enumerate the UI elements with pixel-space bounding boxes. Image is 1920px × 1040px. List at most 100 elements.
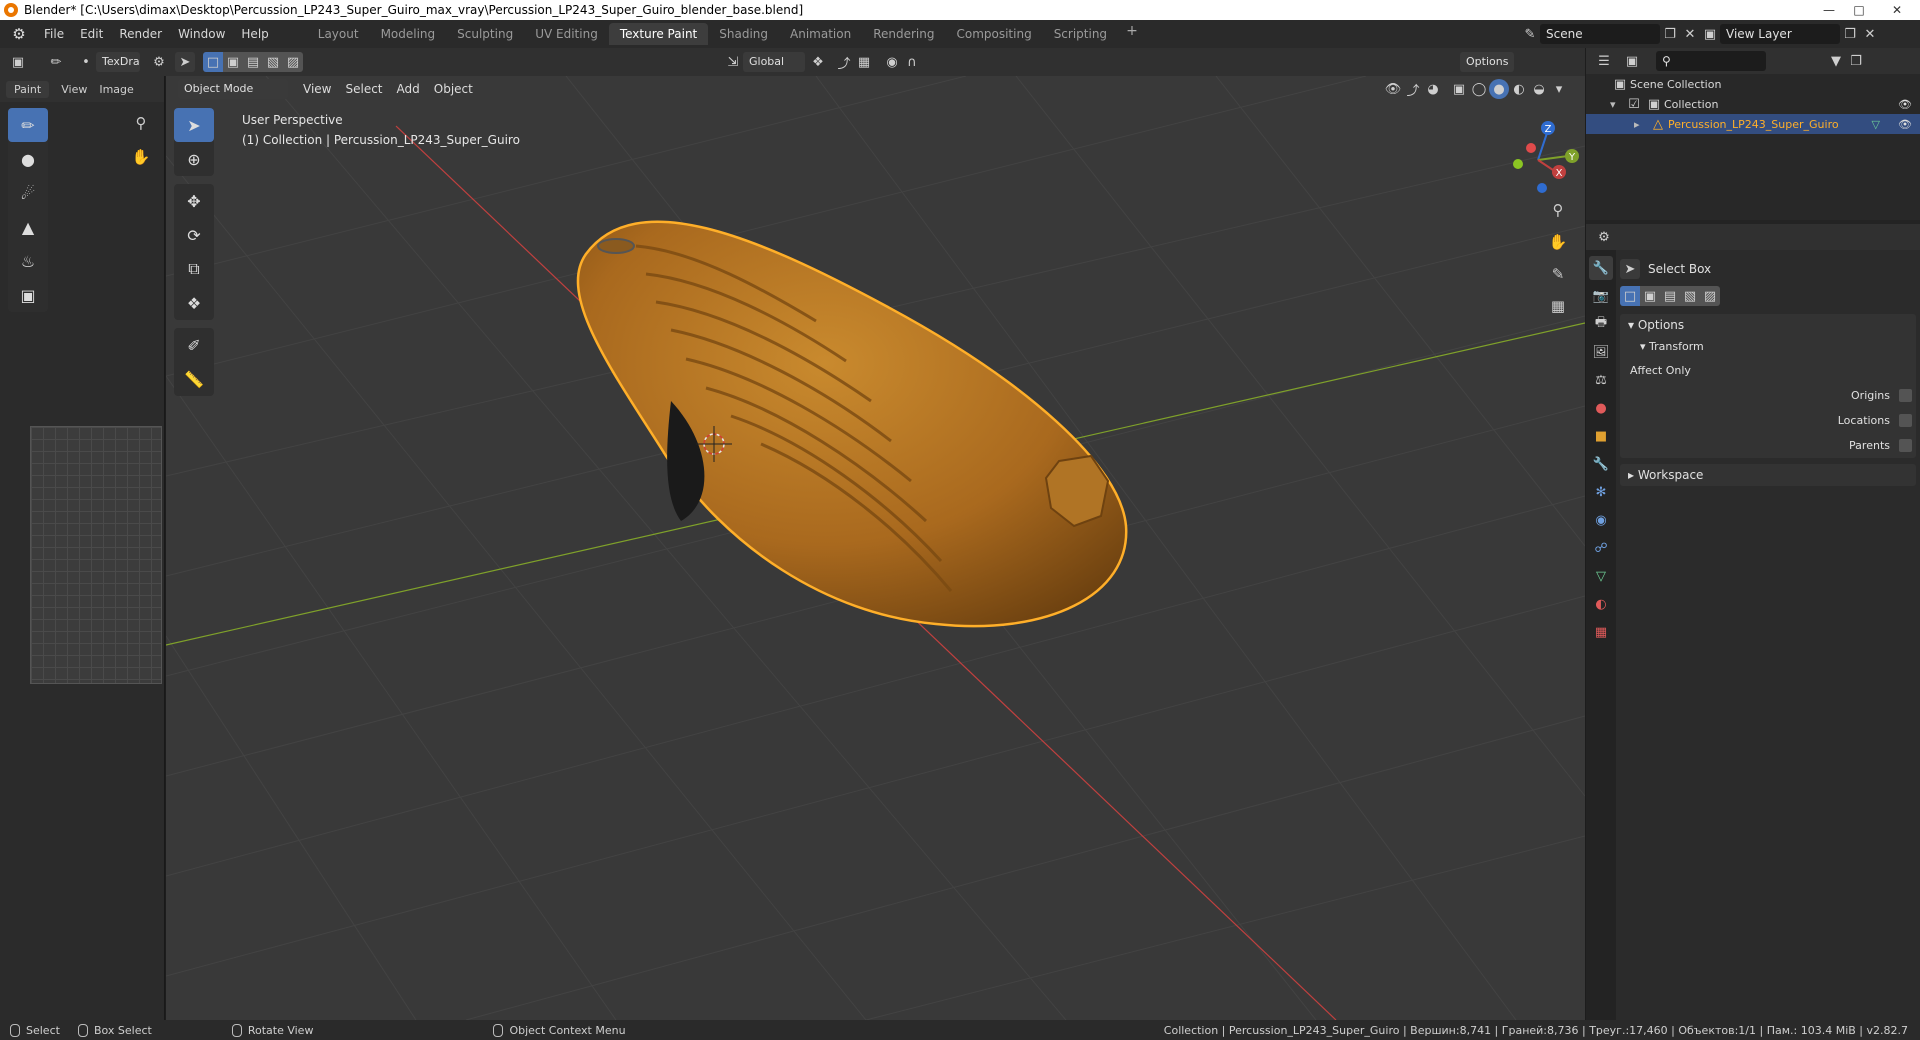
menu-render[interactable]: Render: [111, 23, 170, 45]
tab-compositing[interactable]: Compositing: [945, 23, 1042, 45]
select-tool-icon[interactable]: ➤: [175, 52, 195, 72]
falloff-icon[interactable]: ∩: [902, 52, 922, 72]
mode-subtract-icon[interactable]: ▤: [243, 52, 263, 72]
particles-tab-icon[interactable]: ✻: [1589, 480, 1613, 504]
tab-shading[interactable]: Shading: [708, 23, 779, 45]
physics-tab-icon[interactable]: ◉: [1589, 508, 1613, 532]
expand-arrow-icon[interactable]: ▸: [1634, 118, 1648, 131]
mode-extend-icon[interactable]: ▣: [223, 52, 243, 72]
new-view-layer-icon[interactable]: ❐: [1840, 24, 1860, 44]
select-box-tool-icon[interactable]: ➤: [174, 108, 214, 142]
brush-name-field[interactable]: TexDra: [96, 52, 140, 72]
texture-tab-icon[interactable]: ▦: [1589, 620, 1613, 644]
parents-checkbox[interactable]: [1899, 439, 1912, 452]
mode-intersect-icon[interactable]: ▨: [283, 52, 303, 72]
rendered-shading-icon[interactable]: ◒: [1529, 79, 1549, 99]
3d-viewport[interactable]: Object Mode View Select Add Object 👁 ⤴ ◕…: [166, 76, 1585, 1020]
image-editor-view-menu[interactable]: View: [61, 83, 87, 96]
collection-visibility-icon[interactable]: 👁: [1898, 98, 1912, 111]
paint-mode-dropdown[interactable]: Paint: [6, 80, 50, 98]
tab-uv-editing[interactable]: UV Editing: [524, 23, 609, 45]
mesh-data-icon[interactable]: ▽: [1872, 118, 1880, 131]
mask-brush-icon[interactable]: ▣: [8, 278, 48, 312]
maximize-button[interactable]: □: [1844, 0, 1874, 20]
close-window-button[interactable]: ✕: [1874, 0, 1920, 20]
object-tab-icon[interactable]: ■: [1589, 424, 1613, 448]
locations-checkbox[interactable]: [1899, 414, 1912, 427]
render-tab-icon[interactable]: 📷: [1589, 284, 1613, 308]
new-scene-icon[interactable]: ❐: [1660, 24, 1680, 44]
menu-help[interactable]: Help: [233, 23, 276, 45]
brush-icon[interactable]: ✏: [46, 52, 66, 72]
tab-rendering[interactable]: Rendering: [862, 23, 945, 45]
smear-brush-icon[interactable]: ☄: [8, 176, 48, 210]
cursor-tool-icon[interactable]: ⊕: [174, 142, 214, 176]
clone-brush-icon[interactable]: ▲: [8, 210, 48, 244]
tab-sculpting[interactable]: Sculpting: [446, 23, 524, 45]
tab-animation[interactable]: Animation: [779, 23, 862, 45]
camera-view-icon[interactable]: ✎: [1544, 260, 1572, 288]
output-tab-icon[interactable]: 🖶: [1589, 312, 1613, 336]
zoom-view-icon[interactable]: ⚲: [1544, 196, 1572, 224]
measure-tool-icon[interactable]: 📏: [174, 362, 214, 396]
viewport-add-menu[interactable]: Add: [397, 82, 420, 96]
outliner-editor-type-icon[interactable]: ☰: [1594, 51, 1614, 71]
tool-settings-icon[interactable]: ⚙: [149, 52, 169, 72]
transform-orientation-dropdown[interactable]: Global: [743, 52, 805, 72]
soften-brush-icon[interactable]: ●: [8, 142, 48, 176]
workspace-panel-header[interactable]: ▸ Workspace: [1620, 464, 1916, 486]
guiro-body[interactable]: [576, 220, 1128, 628]
options-panel-header[interactable]: ▾ Options: [1620, 314, 1916, 336]
tool-tab-icon[interactable]: 🔧: [1589, 256, 1613, 280]
mode-new-icon[interactable]: □: [203, 52, 223, 72]
tab-modeling[interactable]: Modeling: [370, 23, 447, 45]
minimize-button[interactable]: —: [1814, 0, 1844, 20]
pan-view-icon[interactable]: ✋: [1544, 228, 1572, 256]
zoom-icon[interactable]: ⚲: [128, 110, 154, 136]
world-tab-icon[interactable]: ●: [1589, 396, 1613, 420]
view-layer-tab-icon[interactable]: 🖼: [1589, 340, 1613, 364]
menu-edit[interactable]: Edit: [72, 23, 111, 45]
view-layer-icon[interactable]: ▣: [1700, 24, 1720, 44]
select-new-icon[interactable]: □: [1620, 286, 1640, 306]
display-mode-icon[interactable]: ▣: [1622, 51, 1642, 71]
texture-canvas[interactable]: [30, 426, 162, 684]
draw-brush-icon[interactable]: ✏: [8, 108, 48, 142]
material-tab-icon[interactable]: ◐: [1589, 592, 1613, 616]
tab-texture-paint[interactable]: Texture Paint: [608, 23, 709, 45]
scale-tool-icon[interactable]: ⧉: [174, 252, 214, 286]
solid-shading-icon[interactable]: ●: [1489, 79, 1509, 99]
outliner-search-input[interactable]: ⚲: [1656, 51, 1766, 71]
scene-tab-icon[interactable]: ⚖: [1589, 368, 1613, 392]
outliner-object-row[interactable]: ▸ △ Percussion_LP243_Super_Guiro ▽ 👁: [1586, 114, 1920, 134]
annotate-tool-icon[interactable]: ✐: [174, 328, 214, 362]
origins-checkbox[interactable]: [1899, 389, 1912, 402]
origins-row[interactable]: Origins: [1620, 383, 1916, 408]
material-shading-icon[interactable]: ◐: [1509, 79, 1529, 99]
transform-subpanel-header[interactable]: ▾ Transform: [1620, 336, 1916, 358]
viewport-select-menu[interactable]: Select: [345, 82, 382, 96]
gizmo-neg-x[interactable]: [1526, 143, 1536, 153]
properties-editor-type-icon[interactable]: ⚙: [1594, 227, 1614, 247]
delete-scene-icon[interactable]: ✕: [1680, 24, 1700, 44]
tab-layout[interactable]: Layout: [307, 23, 370, 45]
modifier-tab-icon[interactable]: 🔧: [1589, 452, 1613, 476]
editor-type-icon[interactable]: ▣: [8, 52, 28, 72]
delete-view-layer-icon[interactable]: ✕: [1860, 24, 1880, 44]
wireframe-shading-icon[interactable]: ◯: [1469, 79, 1489, 99]
navigation-gizmo[interactable]: Z Y X: [1496, 112, 1585, 202]
transform-tool-icon[interactable]: ❖: [174, 286, 214, 320]
fill-brush-icon[interactable]: ♨: [8, 244, 48, 278]
locations-row[interactable]: Locations: [1620, 408, 1916, 433]
collapse-arrow-icon[interactable]: ▾: [1610, 98, 1624, 111]
rotate-tool-icon[interactable]: ⟳: [174, 218, 214, 252]
options-dropdown[interactable]: Options: [1460, 52, 1515, 72]
pivot-icon[interactable]: ❖: [808, 52, 828, 72]
tab-scripting[interactable]: Scripting: [1043, 23, 1118, 45]
outliner-collection[interactable]: ▾ ☑ ▣ Collection 👁: [1586, 94, 1920, 114]
proportional-edit-icon[interactable]: ◉: [882, 52, 902, 72]
gizmo-toggle-icon[interactable]: ⤴: [1403, 79, 1423, 99]
view-layer-field[interactable]: View Layer: [1720, 24, 1840, 44]
outliner-scene-collection[interactable]: ▣ Scene Collection: [1586, 74, 1920, 94]
checkbox-icon[interactable]: ☑: [1624, 94, 1644, 114]
